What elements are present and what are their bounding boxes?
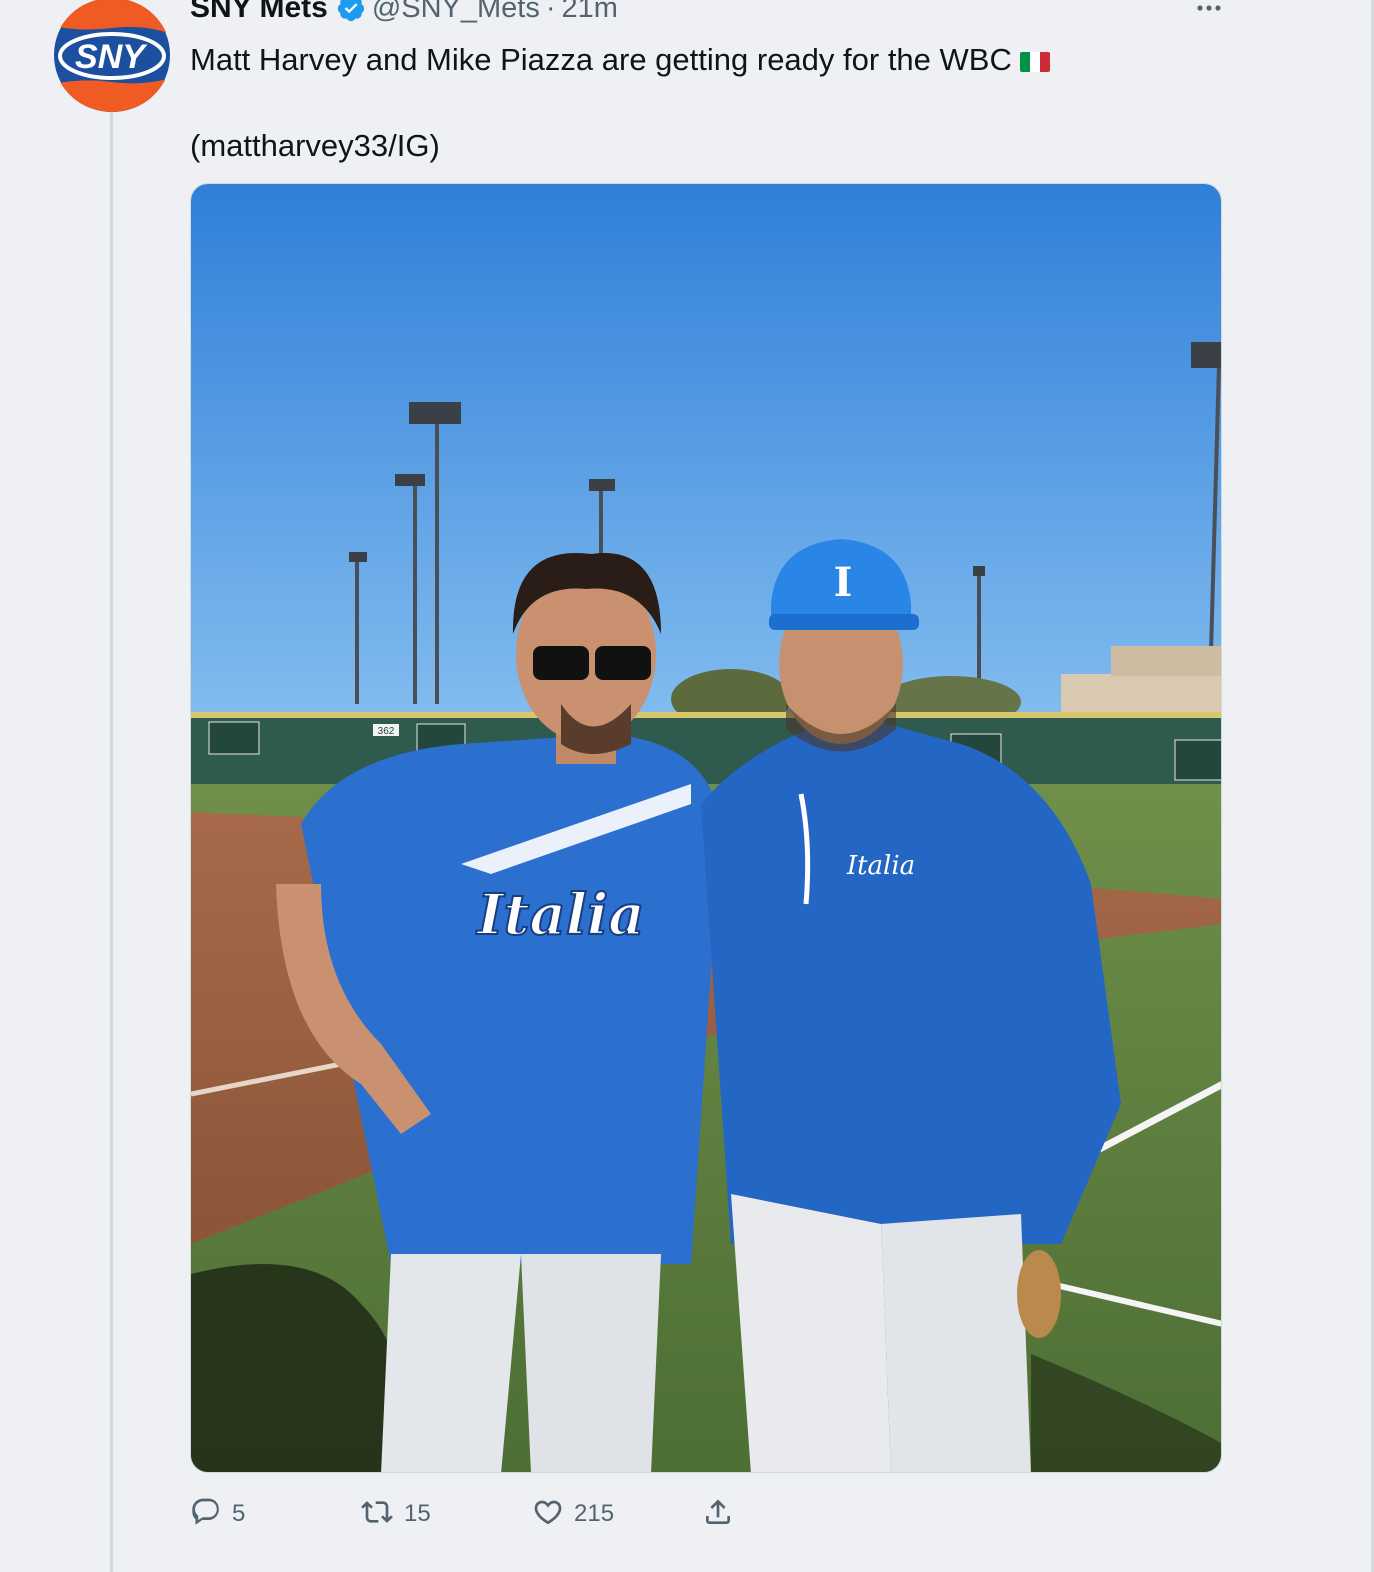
share-button[interactable]	[702, 1494, 734, 1534]
avatar-label: SNY	[75, 38, 148, 76]
like-button[interactable]: 215	[532, 1494, 614, 1534]
thread-line	[110, 110, 113, 1572]
retweet-count: 15	[404, 1500, 431, 1527]
photo-credit: (mattharvey33/IG)	[190, 128, 440, 163]
reply-count: 5	[232, 1500, 246, 1527]
share-icon	[702, 1496, 734, 1533]
avatar[interactable]: SNY	[53, 0, 171, 112]
tweet-body: Matt Harvey and Mike Piazza are getting …	[190, 42, 1012, 77]
sny-logo: SNY	[53, 0, 171, 112]
heart-icon	[532, 1496, 564, 1533]
svg-text:Italia: Italia	[846, 851, 915, 881]
tweet-photo[interactable]: 362 Italia Italia I	[190, 183, 1222, 1473]
separator-dot: ·	[545, 0, 556, 24]
wall-distance-label: 362	[378, 726, 395, 737]
verified-badge-icon	[336, 0, 366, 23]
reply-button[interactable]: 5	[190, 1494, 245, 1534]
retweet-icon	[360, 1496, 394, 1533]
timestamp[interactable]: 21m	[562, 0, 618, 25]
baseball-field-photo: 362 Italia Italia I	[191, 184, 1221, 1472]
italy-flag-icon	[1019, 52, 1050, 72]
display-name[interactable]: SNY Mets	[190, 0, 328, 25]
tweet-header: SNY Mets @SNY_Mets · 21m	[190, 0, 618, 28]
like-count: 215	[574, 1500, 615, 1527]
handle[interactable]: @SNY_Mets	[372, 0, 540, 25]
svg-text:Italia: Italia	[475, 882, 644, 948]
tweet-actions: 5 15 215	[190, 1494, 750, 1534]
more-options-icon[interactable]	[1192, 0, 1226, 18]
svg-text:I: I	[834, 559, 853, 606]
retweet-button[interactable]: 15	[360, 1494, 431, 1534]
reply-icon	[190, 1496, 222, 1533]
tweet-page: SNY SNY Mets @SNY_Mets · 21m Matt Harvey…	[0, 0, 1374, 1572]
tweet-text: Matt Harvey and Mike Piazza are getting …	[190, 38, 1050, 82]
